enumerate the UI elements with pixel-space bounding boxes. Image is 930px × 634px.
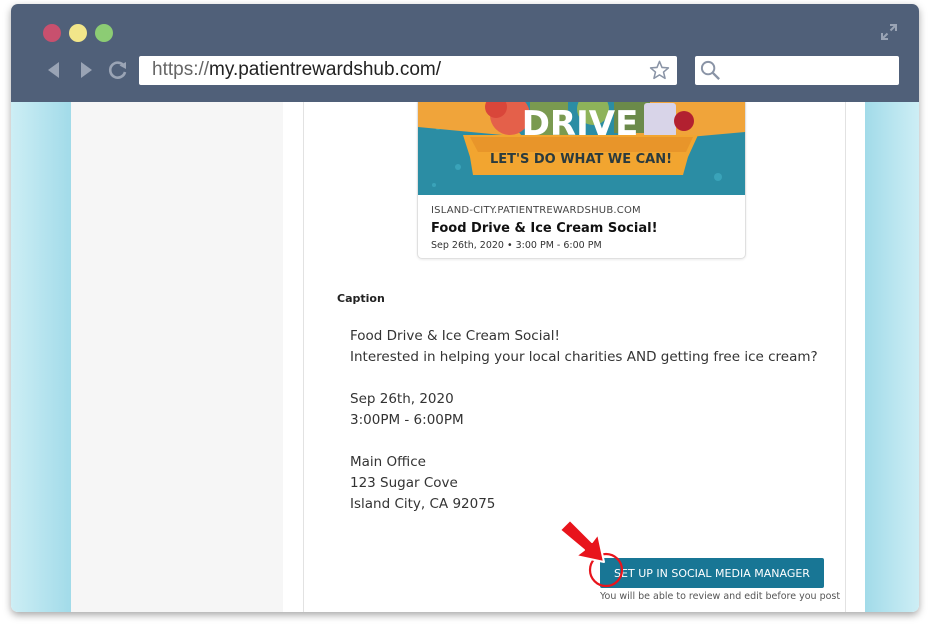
- caption-line: [350, 431, 818, 452]
- search-icon: [700, 60, 720, 80]
- browser-window: https://my.patientrewardshub.com/ DRIVE …: [11, 4, 919, 612]
- bookmark-star-icon[interactable]: [648, 59, 671, 82]
- forward-arrow-icon[interactable]: [75, 59, 97, 81]
- address-bar[interactable]: https://my.patientrewardshub.com/: [139, 56, 677, 85]
- page-viewport: DRIVE LET'S DO WHAT WE CAN! ISLAND-CITY.…: [11, 102, 919, 612]
- url-text: https://my.patientrewardshub.com/: [152, 59, 442, 80]
- caption-line: [350, 368, 818, 389]
- caption-line: Main Office: [350, 454, 426, 470]
- preview-title: Food Drive & Ice Cream Social!: [431, 221, 658, 236]
- image-headline: DRIVE: [522, 104, 639, 144]
- event-banner-image: DRIVE LET'S DO WHAT WE CAN!: [418, 102, 745, 195]
- caption-line: Food Drive & Ice Cream Social!: [350, 328, 560, 344]
- search-input[interactable]: [727, 60, 896, 83]
- minimize-window-button[interactable]: [69, 24, 87, 42]
- caption-line: 3:00PM - 6:00PM: [350, 412, 464, 428]
- preview-domain: ISLAND-CITY.PATIENTREWARDSHUB.COM: [431, 205, 641, 216]
- caption-line: Sep 26th, 2020: [350, 391, 454, 407]
- caption-line: Interested in helping your local chariti…: [350, 349, 818, 365]
- page-background-right: [865, 102, 919, 612]
- image-banner-text: LET'S DO WHAT WE CAN!: [490, 152, 672, 167]
- search-box[interactable]: [695, 56, 899, 85]
- browser-toolbar: https://my.patientrewardshub.com/: [11, 4, 919, 102]
- caption-label: Caption: [337, 292, 385, 305]
- caption-line: 123 Sugar Cove: [350, 475, 458, 491]
- cta-helper-text: You will be able to review and edit befo…: [600, 591, 841, 602]
- annotation-arrow-icon: [559, 519, 624, 588]
- page-background-left: [11, 102, 71, 612]
- close-window-button[interactable]: [43, 24, 61, 42]
- reload-icon[interactable]: [107, 59, 129, 81]
- setup-social-media-manager-button[interactable]: SET UP IN SOCIAL MEDIA MANAGER: [600, 558, 824, 588]
- caption-text: Food Drive & Ice Cream Social! Intereste…: [350, 326, 818, 515]
- back-arrow-icon[interactable]: [43, 59, 65, 81]
- expand-icon[interactable]: [881, 24, 897, 40]
- preview-date: Sep 26th, 2020 • 3:00 PM - 6:00 PM: [431, 240, 602, 251]
- zoom-window-button[interactable]: [95, 24, 113, 42]
- link-preview-card[interactable]: DRIVE LET'S DO WHAT WE CAN! ISLAND-CITY.…: [417, 102, 746, 259]
- caption-line: Island City, CA 92075: [350, 496, 496, 512]
